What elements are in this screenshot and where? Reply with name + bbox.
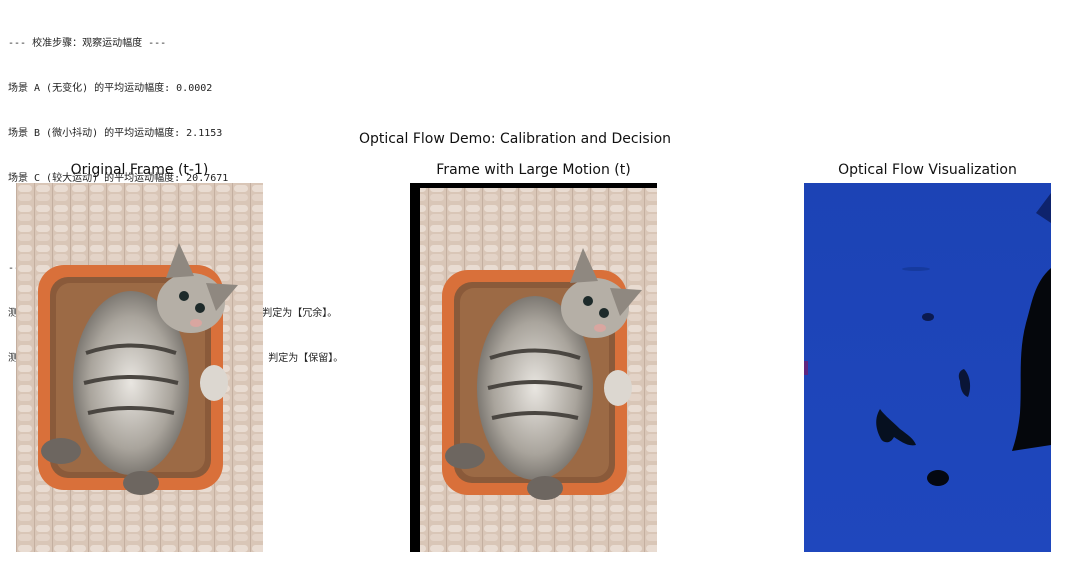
original-frame-image xyxy=(16,183,263,552)
scene-a-result: 场景 A (无变化) 的平均运动幅度: 0.0002 xyxy=(8,83,213,94)
optical-flow-image xyxy=(804,183,1051,552)
figure-title: Optical Flow Demo: Calibration and Decis… xyxy=(358,131,672,147)
panel-title-large-motion: Frame with Large Motion (t) xyxy=(436,162,631,178)
large-motion-frame-image xyxy=(410,183,657,552)
panel-title-original: Original Frame (t-1) xyxy=(70,162,209,178)
panel-title-optical-flow: Optical Flow Visualization xyxy=(838,162,1017,178)
calibration-header: --- 校准步骤：观察运动幅度 --- xyxy=(8,38,167,49)
